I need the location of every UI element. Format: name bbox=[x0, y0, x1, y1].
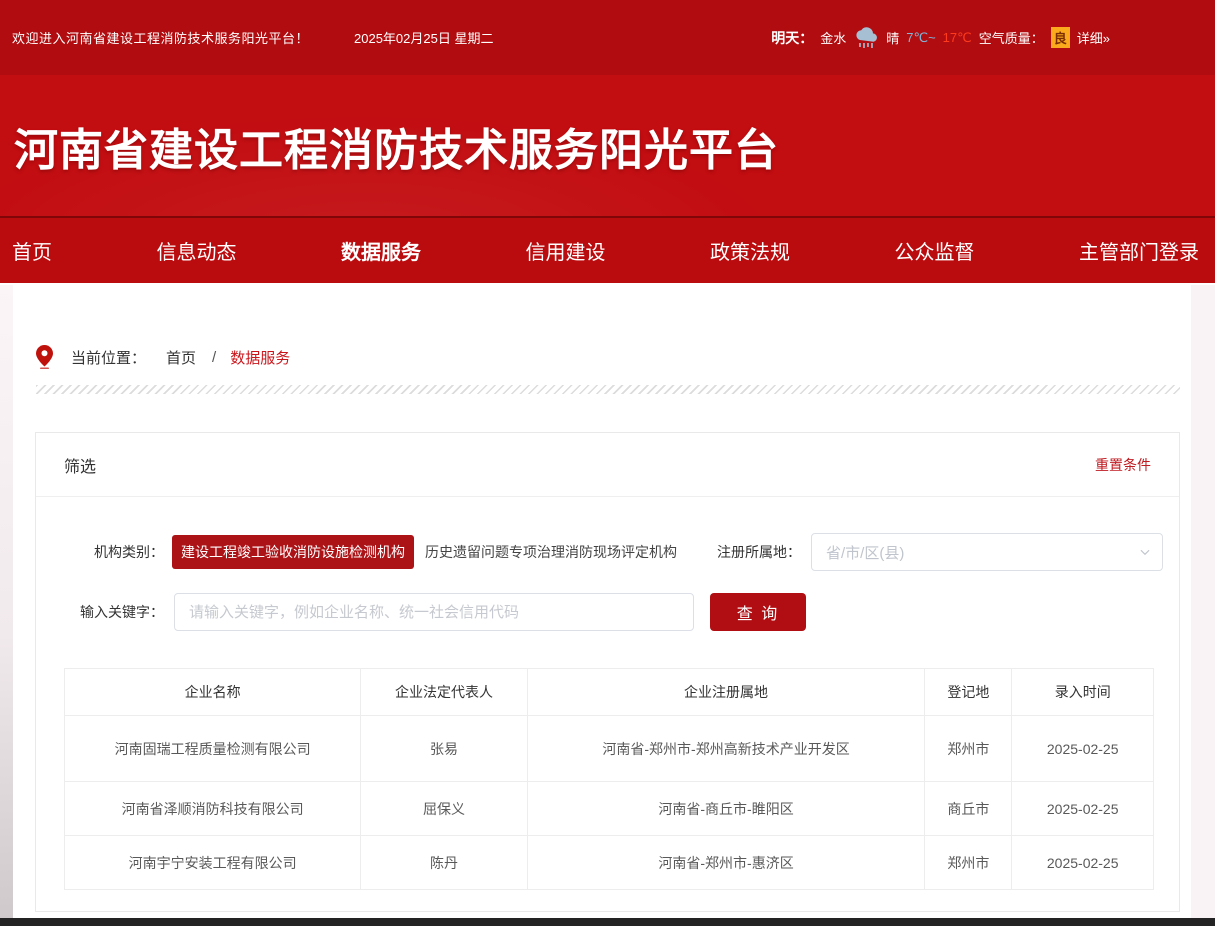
header-company-name: 企业名称 bbox=[65, 669, 361, 716]
weather-day-label: 明天： bbox=[771, 28, 813, 48]
cell-registered-location: 河南省-郑州市-郑州高新技术产业开发区 bbox=[527, 716, 924, 782]
header-entry-date: 录入时间 bbox=[1012, 669, 1154, 716]
nav-item-admin-login[interactable]: 主管部门登录 bbox=[1079, 236, 1199, 265]
region-label: 注册所属地： bbox=[717, 542, 801, 562]
cell-entry-date: 2025-02-25 bbox=[1012, 836, 1154, 890]
header-registered-location: 企业注册属地 bbox=[527, 669, 924, 716]
cell-registered-location: 河南省-商丘市-睢阳区 bbox=[527, 782, 924, 836]
cell-company-name: 河南省泽顺消防科技有限公司 bbox=[65, 782, 361, 836]
category-option-inactive[interactable]: 历史遗留问题专项治理消防现场评定机构 bbox=[425, 542, 677, 562]
breadcrumb: 当前位置： 首页 / 数据服务 bbox=[36, 345, 1180, 369]
table-row[interactable]: 河南固瑞工程质量检测有限公司 张易 河南省-郑州市-郑州高新技术产业开发区 郑州… bbox=[65, 716, 1154, 782]
cloud-icon bbox=[853, 27, 879, 49]
nav-item-home[interactable]: 首页 bbox=[12, 236, 52, 265]
top-utility-bar: 欢迎进入河南省建设工程消防技术服务阳光平台！ 2025年02月25日 星期二 明… bbox=[0, 0, 1215, 75]
nav-item-policy[interactable]: 政策法规 bbox=[710, 236, 790, 265]
cell-registration-place: 郑州市 bbox=[925, 836, 1012, 890]
nav-item-data-service[interactable]: 数据服务 bbox=[341, 236, 421, 265]
hash-divider bbox=[36, 385, 1180, 394]
header-registration-place: 登记地 bbox=[925, 669, 1012, 716]
main-nav: 首页 信息动态 数据服务 信用建设 政策法规 公众监督 主管部门登录 bbox=[0, 216, 1215, 283]
cell-company-name: 河南固瑞工程质量检测有限公司 bbox=[65, 716, 361, 782]
breadcrumb-current: 数据服务 bbox=[230, 347, 290, 368]
keyword-input[interactable] bbox=[174, 593, 694, 631]
cell-registration-place: 郑州市 bbox=[925, 716, 1012, 782]
reset-filters-link[interactable]: 重置条件 bbox=[1095, 455, 1151, 475]
breadcrumb-label: 当前位置： bbox=[71, 347, 146, 368]
search-button[interactable]: 查 询 bbox=[710, 593, 806, 631]
chevron-down-icon bbox=[1138, 545, 1152, 564]
cell-registered-location: 河南省-郑州市-惠济区 bbox=[527, 836, 924, 890]
cell-company-name: 河南宇宁安装工程有限公司 bbox=[65, 836, 361, 890]
site-title: 河南省建设工程消防技术服务阳光平台 bbox=[14, 114, 779, 178]
current-date: 2025年02月25日 星期二 bbox=[354, 28, 493, 47]
weather-detail-link[interactable]: 详细» bbox=[1077, 28, 1110, 47]
cell-legal-representative: 陈丹 bbox=[361, 836, 528, 890]
category-option-active[interactable]: 建设工程竣工验收消防设施检测机构 bbox=[172, 535, 414, 569]
filter-title: 筛选 bbox=[64, 453, 96, 477]
table-row[interactable]: 河南省泽顺消防科技有限公司 屈保义 河南省-商丘市-睢阳区 商丘市 2025-0… bbox=[65, 782, 1154, 836]
cell-entry-date: 2025-02-25 bbox=[1012, 782, 1154, 836]
temp-high: 17℃ bbox=[943, 30, 972, 46]
cell-registration-place: 商丘市 bbox=[925, 782, 1012, 836]
table-header-row: 企业名称 企业法定代表人 企业注册属地 登记地 录入时间 bbox=[65, 669, 1154, 716]
weather-condition: 晴 bbox=[886, 28, 899, 47]
region-select-placeholder: 省/市/区(县) bbox=[826, 542, 904, 563]
window-edge-left bbox=[0, 285, 13, 919]
keyword-filter-row: 输入关键字： 查 询 bbox=[36, 593, 1179, 631]
keyword-label: 输入关键字： bbox=[36, 602, 164, 622]
results-table: 企业名称 企业法定代表人 企业注册属地 登记地 录入时间 河南固瑞工程质量检测有… bbox=[64, 668, 1154, 890]
cell-legal-representative: 屈保义 bbox=[361, 782, 528, 836]
window-edge-right bbox=[1191, 285, 1215, 919]
cell-entry-date: 2025-02-25 bbox=[1012, 716, 1154, 782]
header-legal-representative: 企业法定代表人 bbox=[361, 669, 528, 716]
category-label: 机构类别： bbox=[36, 542, 164, 562]
region-select[interactable]: 省/市/区(县) bbox=[811, 533, 1163, 571]
main-content: 当前位置： 首页 / 数据服务 筛选 重置条件 机构类别： 建设工程竣工验收消防… bbox=[0, 345, 1215, 912]
location-pin-icon bbox=[36, 345, 53, 369]
filter-panel: 筛选 重置条件 机构类别： 建设工程竣工验收消防设施检测机构 历史遗留问题专项治… bbox=[35, 432, 1180, 912]
temp-low: 7℃~ bbox=[906, 30, 935, 46]
category-filter-row: 机构类别： 建设工程竣工验收消防设施检测机构 历史遗留问题专项治理消防现场评定机… bbox=[36, 533, 1179, 571]
bottom-window-bar bbox=[0, 918, 1215, 926]
breadcrumb-home[interactable]: 首页 bbox=[166, 347, 196, 368]
site-banner: 河南省建设工程消防技术服务阳光平台 bbox=[0, 75, 1215, 216]
air-quality-label: 空气质量： bbox=[979, 28, 1044, 47]
weather-widget: 明天： 金水 晴 7℃~ 17℃ 空气质量： 良 详细» bbox=[771, 27, 1110, 49]
page: 欢迎进入河南省建设工程消防技术服务阳光平台！ 2025年02月25日 星期二 明… bbox=[0, 0, 1215, 926]
weather-city: 金水 bbox=[820, 28, 846, 47]
air-quality-badge: 良 bbox=[1051, 27, 1070, 48]
nav-item-news[interactable]: 信息动态 bbox=[157, 236, 237, 265]
table-row[interactable]: 河南宇宁安装工程有限公司 陈丹 河南省-郑州市-惠济区 郑州市 2025-02-… bbox=[65, 836, 1154, 890]
welcome-text: 欢迎进入河南省建设工程消防技术服务阳光平台！ bbox=[12, 28, 309, 47]
nav-item-credit[interactable]: 信用建设 bbox=[526, 236, 606, 265]
breadcrumb-separator: / bbox=[212, 349, 216, 366]
cell-legal-representative: 张易 bbox=[361, 716, 528, 782]
nav-item-supervision[interactable]: 公众监督 bbox=[895, 236, 975, 265]
filter-panel-header: 筛选 重置条件 bbox=[36, 433, 1179, 497]
